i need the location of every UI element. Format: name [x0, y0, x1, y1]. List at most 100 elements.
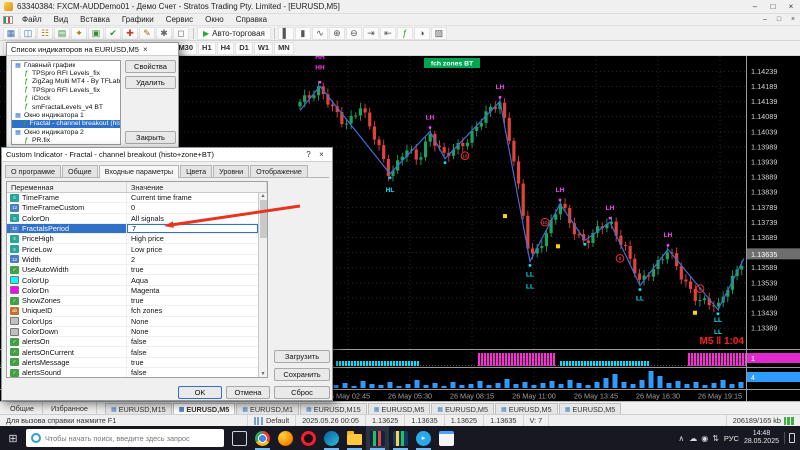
task-metatrader4-icon[interactable]	[366, 426, 389, 450]
timeframe-button-mn[interactable]: MN	[274, 42, 294, 55]
scroll-down-icon[interactable]: ▼	[261, 371, 266, 377]
reset-button[interactable]: Сброс	[274, 386, 330, 399]
menu-item-3[interactable]: Графики	[116, 15, 160, 24]
menu-item-0[interactable]: Файл	[16, 15, 48, 24]
param-row-alertsOn[interactable]: ✓alertsOnfalse	[7, 337, 258, 347]
candlestick-chart-icon[interactable]: ▮	[295, 27, 311, 40]
child-restore-button[interactable]: □	[772, 16, 786, 23]
autotrading-button[interactable]: ▶Авто-торговая	[197, 27, 271, 40]
scroll-up-icon[interactable]: ▲	[261, 193, 266, 199]
param-value-ColorUps[interactable]: None	[127, 317, 258, 326]
task-edge-icon[interactable]	[320, 426, 343, 450]
auto-scroll-icon[interactable]: ⇥	[363, 27, 379, 40]
templates-icon[interactable]: ▨	[431, 27, 447, 40]
param-row-ColorDn[interactable]: ColorDnMagenta	[7, 286, 258, 296]
tree-group-6[interactable]: ▦Окно индикатора 1	[12, 111, 120, 119]
properties-button[interactable]: Свойства	[125, 60, 176, 73]
param-value-UseAutoWidth[interactable]: true	[127, 265, 258, 274]
param-value-Width[interactable]: 2	[127, 255, 258, 264]
status-profile[interactable]: Default	[248, 415, 296, 426]
chart-tab-7[interactable]: ▦EURUSD,M5	[559, 403, 622, 414]
new-order-icon[interactable]: ✚	[122, 27, 138, 40]
chart-tab-2[interactable]: ▦EURUSD,M1	[236, 403, 299, 414]
chart-tab-5[interactable]: ▦EURUSD,M5	[431, 403, 494, 414]
param-value-ShowZones[interactable]: true	[127, 296, 258, 305]
tree-item-5[interactable]: ƒsmFractalLevels_v4 BT	[12, 103, 120, 111]
zoom-in-icon[interactable]: ⊕	[329, 27, 345, 40]
zoom-out-icon[interactable]: ⊖	[346, 27, 362, 40]
dialog-help-icon[interactable]: ?	[302, 150, 315, 159]
param-row-ColorUps[interactable]: ColorUpsNone	[7, 317, 258, 327]
param-value-alertsOn[interactable]: false	[127, 337, 258, 346]
dialog-tab-2[interactable]: Входные параметры	[99, 165, 179, 178]
param-row-TimeFrameCustom[interactable]: 12TimeFrameCustom0	[7, 203, 258, 213]
param-value-TimeFrame[interactable]: Current time frame	[127, 193, 258, 202]
menu-item-2[interactable]: Вставка	[74, 15, 116, 24]
param-row-ColorDown[interactable]: ColorDownNone	[7, 327, 258, 337]
cancel-button[interactable]: Отмена	[226, 386, 270, 399]
dialog-tab-5[interactable]: Отображение	[250, 165, 308, 177]
param-row-ColorOn[interactable]: ≡ColorOnAll signals	[7, 214, 258, 224]
param-value-UniqueID[interactable]: fch zones	[127, 306, 258, 315]
param-row-alertsSound[interactable]: ✓alertsSoundfalse	[7, 368, 258, 377]
line-chart-icon[interactable]: ∿	[312, 27, 328, 40]
chart-shift-icon[interactable]: ⇤	[380, 27, 396, 40]
load-button[interactable]: Загрузить	[274, 350, 330, 363]
param-row-TimeFrame[interactable]: ≡TimeFrameCurrent time frame	[7, 193, 258, 203]
chart-tab-0[interactable]: ▦EURUSD,M15	[105, 403, 172, 414]
task-chrome-icon[interactable]	[251, 426, 274, 450]
child-close-button[interactable]: ×	[786, 16, 800, 23]
param-row-alertsMessage[interactable]: ✓alertsMessagetrue	[7, 358, 258, 368]
new-chart-icon[interactable]: ▦	[3, 27, 19, 40]
table-scrollbar[interactable]: ▲ ▼	[258, 193, 267, 377]
timeframe-button-h1[interactable]: H1	[198, 42, 216, 55]
dialog-tab-1[interactable]: Общие	[62, 165, 98, 177]
task-task-view-icon[interactable]	[228, 426, 251, 450]
param-value-PriceLow[interactable]: Low price	[127, 244, 258, 253]
task-metatrader4-icon-2[interactable]	[389, 426, 412, 450]
search-input[interactable]	[45, 434, 219, 443]
dialog-tab-0[interactable]: О программе	[5, 165, 61, 177]
param-value-PriceHigh[interactable]: High price	[127, 234, 258, 243]
close-list-button[interactable]: Закрыть	[125, 131, 176, 144]
taskbar-search[interactable]	[26, 429, 224, 447]
menu-item-5[interactable]: Окно	[199, 15, 230, 24]
tree-item-3[interactable]: ƒTPSpro RFI Levels_fix	[12, 86, 120, 94]
scroll-thumb[interactable]	[260, 200, 267, 238]
market-watch-icon[interactable]: ☷	[37, 27, 53, 40]
fullscreen-icon[interactable]: ◻	[173, 27, 189, 40]
param-row-UseAutoWidth[interactable]: ✓UseAutoWidthtrue	[7, 265, 258, 275]
notification-center-icon[interactable]	[784, 432, 795, 444]
strategy-tester-icon[interactable]: ✔	[105, 27, 121, 40]
bar-chart-icon[interactable]: ▌	[278, 27, 294, 40]
tray-expand-icon[interactable]: ∧	[678, 434, 684, 443]
child-minimize-button[interactable]: –	[758, 16, 772, 23]
chart-tab-6[interactable]: ▦EURUSD,M5	[495, 403, 558, 414]
param-value-ColorOn[interactable]: All signals	[127, 214, 258, 223]
dialog-close-icon[interactable]: ×	[315, 150, 328, 159]
delete-button[interactable]: Удалить	[125, 76, 176, 89]
chart-tab-1[interactable]: ▦EURUSD,M5	[173, 403, 236, 414]
terminal-icon[interactable]: ▣	[88, 27, 104, 40]
param-row-PriceHigh[interactable]: ≡PriceHighHigh price	[7, 234, 258, 244]
timeframe-button-d1[interactable]: D1	[235, 42, 253, 55]
param-value-alertsSound[interactable]: false	[127, 368, 258, 377]
param-row-PriceLow[interactable]: ≡PriceLowLow price	[7, 244, 258, 254]
param-value-ColorDown[interactable]: None	[127, 327, 258, 336]
minimize-button[interactable]: –	[746, 2, 764, 11]
param-value-alertsMessage[interactable]: true	[127, 358, 258, 367]
shield-icon[interactable]: ◉	[701, 434, 708, 443]
maximize-button[interactable]: □	[764, 2, 782, 11]
task-opera-icon[interactable]	[297, 426, 320, 450]
dialog-close-icon[interactable]: ×	[139, 45, 152, 54]
bottom-tab-1[interactable]: Избранное	[43, 402, 97, 414]
param-row-FractalsPeriod[interactable]: 12FractalsPeriod7	[7, 224, 258, 234]
menu-item-4[interactable]: Сервис	[160, 15, 199, 24]
param-row-ColorUp[interactable]: ColorUpAqua	[7, 275, 258, 285]
metaeditor-icon[interactable]: ✎	[139, 27, 155, 40]
bottom-tab-0[interactable]: Общие	[2, 402, 43, 414]
param-value-alertsOnCurrent[interactable]: false	[127, 347, 258, 356]
param-value-FractalsPeriod[interactable]: 7	[127, 224, 258, 233]
navigator-icon[interactable]: ✦	[71, 27, 87, 40]
param-row-UniqueID[interactable]: abUniqueIDfch zones	[7, 306, 258, 316]
